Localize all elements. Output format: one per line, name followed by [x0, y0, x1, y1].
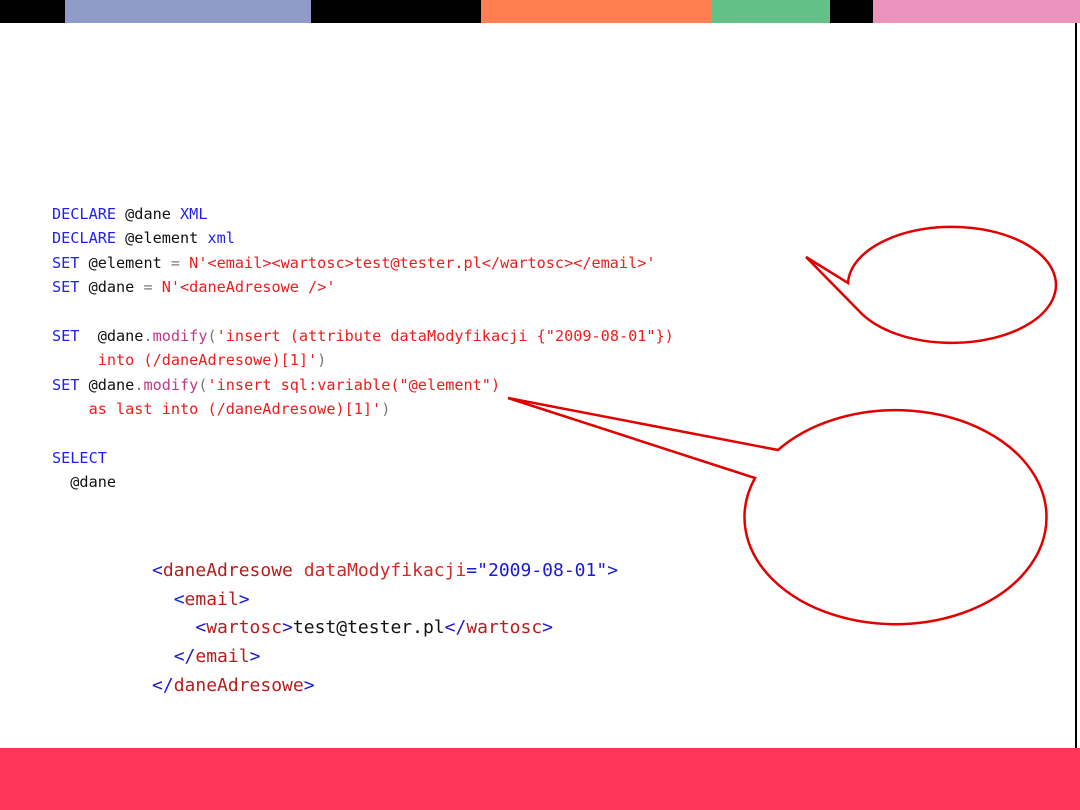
callout-layer	[507, 225, 1058, 626]
bottom-color-band	[0, 748, 1080, 810]
callout-bubble-large	[507, 396, 1048, 626]
callout-bubble-small	[805, 225, 1058, 345]
